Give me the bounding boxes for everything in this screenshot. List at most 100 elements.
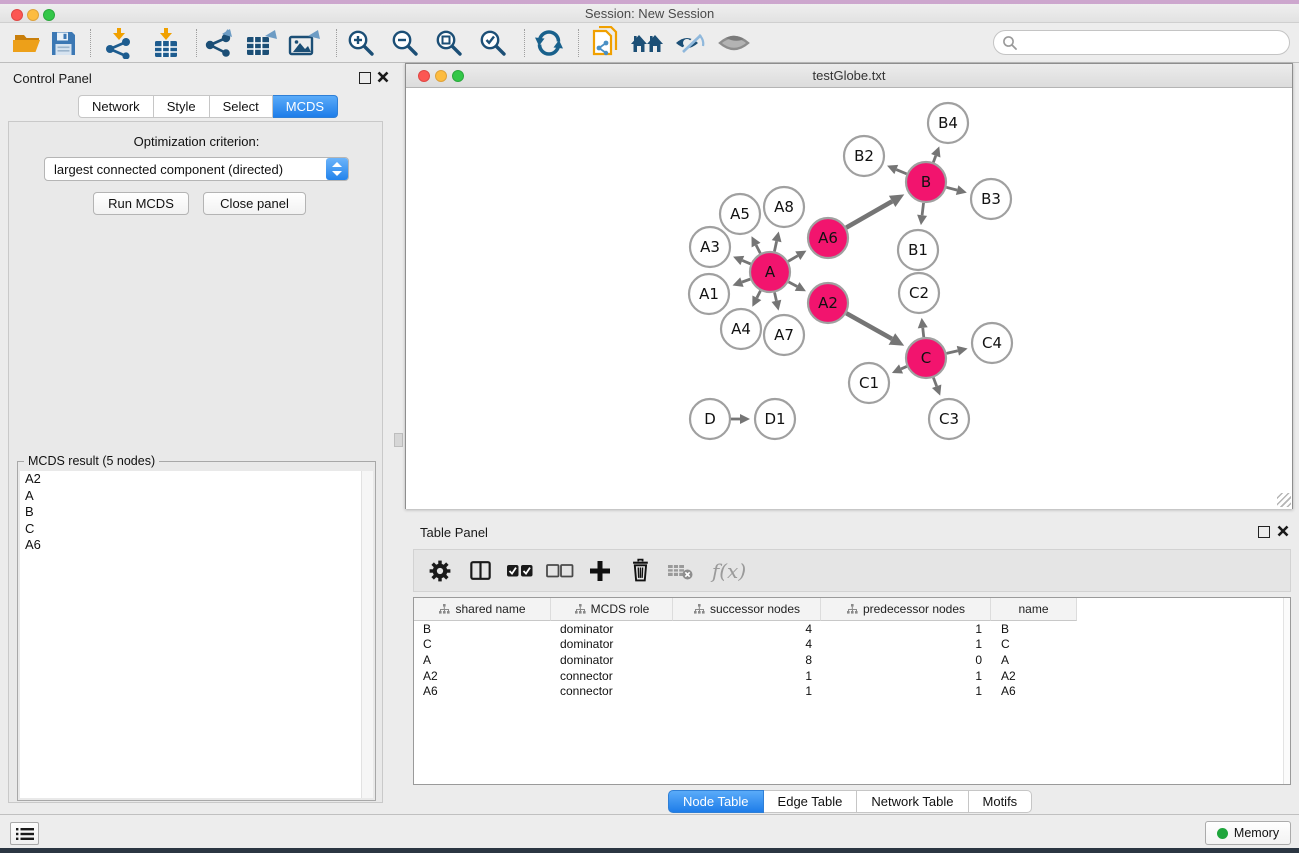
network-window-title: testGlobe.txt	[406, 68, 1292, 83]
delete-column-button[interactable]	[620, 553, 660, 589]
column-header-name[interactable]: name	[991, 598, 1077, 621]
import-network-button[interactable]	[101, 26, 137, 60]
show-columns-button[interactable]	[460, 553, 500, 589]
table-cell: A	[991, 653, 1077, 667]
zoom-in-button[interactable]	[343, 26, 379, 60]
tab-motifs[interactable]: Motifs	[969, 790, 1033, 813]
graph-edge[interactable]	[946, 351, 957, 354]
graph-edge[interactable]	[742, 260, 750, 263]
task-history-button[interactable]	[10, 822, 39, 845]
delete-table-button[interactable]	[660, 553, 700, 589]
tab-node-table[interactable]: Node Table	[668, 790, 764, 813]
import-network-icon	[103, 27, 135, 59]
search-input[interactable]	[1018, 33, 1289, 53]
export-table-button[interactable]	[243, 26, 279, 60]
panel-splitter-handle[interactable]	[394, 433, 403, 447]
graph-edge[interactable]	[756, 245, 760, 253]
network-graph-canvas[interactable]: B4B2BB3B1A5A8A6A3AA1A2C2A4A7C4CC1C3DD1	[406, 89, 1292, 509]
tab-edge-table[interactable]: Edge Table	[764, 790, 858, 813]
export-image-button[interactable]	[286, 26, 322, 60]
tab-network-table[interactable]: Network Table	[857, 790, 968, 813]
import-table-button[interactable]	[148, 26, 184, 60]
graph-edge[interactable]	[846, 313, 892, 339]
table-row[interactable]: Cdominator41C	[414, 637, 1290, 653]
mcds-result-list[interactable]: A2 A B C A6	[20, 471, 373, 798]
column-header-shared-name[interactable]: shared name	[414, 598, 551, 621]
close-panel-icon[interactable]	[376, 70, 390, 84]
graph-edge[interactable]	[946, 187, 957, 190]
graph-edge[interactable]	[757, 291, 761, 298]
graph-node-label: C2	[909, 284, 929, 302]
graph-edge[interactable]	[933, 156, 935, 163]
float-table-panel-button[interactable]	[1258, 526, 1270, 538]
graph-edge[interactable]	[774, 241, 776, 251]
select-all-button[interactable]	[500, 553, 540, 589]
table-row[interactable]: Adominator80A	[414, 652, 1290, 668]
graph-edge[interactable]	[922, 203, 923, 215]
memory-status-icon	[1217, 828, 1228, 839]
column-header-mcds-role[interactable]: MCDS role	[551, 598, 673, 621]
criterion-dropdown[interactable]: largest connected component (directed)	[44, 157, 349, 181]
table-cell: B	[414, 622, 551, 636]
result-scrollbar[interactable]	[361, 471, 373, 798]
show-graphics-button[interactable]	[716, 26, 752, 60]
hide-style-button[interactable]	[672, 26, 708, 60]
edge-arrowhead	[918, 318, 928, 328]
table-row[interactable]: Bdominator41B	[414, 621, 1290, 637]
table-row[interactable]: A6connector11A6	[414, 683, 1290, 699]
zoom-selected-button[interactable]	[475, 26, 511, 60]
refresh-button[interactable]	[531, 26, 567, 60]
close-panel-button[interactable]: Close panel	[203, 192, 306, 215]
graph-node-label: C4	[982, 334, 1002, 352]
graph-edge[interactable]	[742, 279, 750, 282]
save-session-button[interactable]	[45, 26, 81, 60]
search-field[interactable]	[993, 30, 1290, 55]
graph-node-label: C3	[939, 410, 959, 428]
graph-edge[interactable]	[901, 366, 907, 369]
tab-style[interactable]: Style	[154, 95, 210, 118]
deselect-all-button[interactable]	[540, 553, 580, 589]
result-item[interactable]: B	[20, 504, 373, 521]
close-table-panel-icon[interactable]	[1276, 524, 1290, 538]
graph-edge[interactable]	[933, 378, 936, 387]
graph-edge[interactable]	[846, 201, 892, 227]
home-view-button[interactable]	[629, 26, 665, 60]
graph-edge[interactable]	[896, 170, 906, 174]
zoom-out-button[interactable]	[387, 26, 423, 60]
result-item[interactable]: A	[20, 488, 373, 505]
table-settings-button[interactable]	[420, 553, 460, 589]
table-cell: 1	[821, 622, 991, 636]
status-bar: Memory	[0, 814, 1299, 848]
result-item[interactable]: A6	[20, 537, 373, 554]
table-scrollbar[interactable]	[1283, 598, 1290, 784]
network-view-window: testGlobe.txt B4B2BB3B1A5A8A6A3AA1A2C2A4…	[405, 63, 1293, 509]
column-header-successor-nodes[interactable]: successor nodes	[673, 598, 821, 621]
function-builder-button[interactable]: f(x)	[700, 553, 754, 589]
window-resize-grip[interactable]	[1277, 493, 1291, 507]
graph-edge[interactable]	[789, 282, 798, 287]
node-table: shared name MCDS role successor nodes pr…	[413, 597, 1291, 785]
clone-network-button[interactable]	[587, 26, 623, 60]
plus-icon	[588, 559, 612, 583]
tab-select[interactable]: Select	[210, 95, 273, 118]
run-mcds-button[interactable]: Run MCDS	[93, 192, 189, 215]
create-column-button[interactable]	[580, 553, 620, 589]
attribute-icon	[693, 604, 705, 615]
result-item[interactable]: C	[20, 521, 373, 538]
tab-network[interactable]: Network	[78, 95, 154, 118]
export-network-button[interactable]	[201, 26, 237, 60]
table-row[interactable]: A2connector11A2	[414, 668, 1290, 684]
tab-mcds[interactable]: MCDS	[273, 95, 338, 118]
zoom-fit-button[interactable]	[431, 26, 467, 60]
graph-edge[interactable]	[923, 328, 924, 337]
graph-edge[interactable]	[788, 256, 798, 262]
mcds-result-title: MCDS result (5 nodes)	[24, 454, 159, 468]
network-window-titlebar[interactable]: testGlobe.txt	[406, 64, 1292, 88]
open-session-button[interactable]	[9, 26, 45, 60]
float-panel-button[interactable]	[359, 72, 371, 84]
column-header-predecessor-nodes[interactable]: predecessor nodes	[821, 598, 991, 621]
graph-edge[interactable]	[775, 292, 777, 300]
result-item[interactable]: A2	[20, 471, 373, 488]
table-panel-tabs: Node Table Edge Table Network Table Moti…	[668, 790, 1032, 813]
memory-button[interactable]: Memory	[1205, 821, 1291, 845]
